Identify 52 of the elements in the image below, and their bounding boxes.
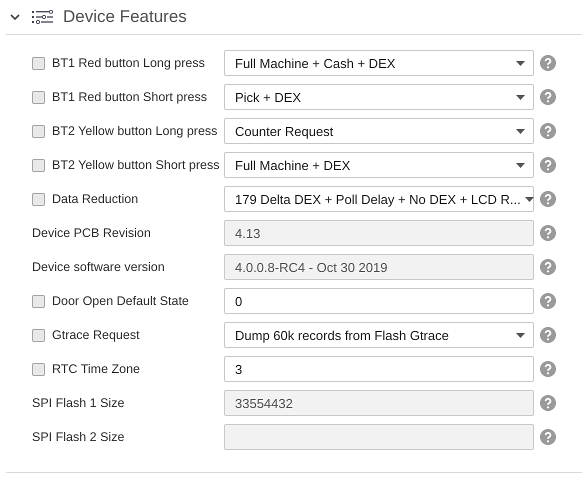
field-label: SPI Flash 1 Size [32, 396, 124, 410]
field-label: BT2 Yellow button Short press [52, 158, 220, 172]
caret-icon [516, 94, 525, 100]
dropdown[interactable]: Dump 60k records from Flash Gtrace [224, 322, 534, 348]
field-label: Device software version [32, 260, 165, 274]
help-icon[interactable] [540, 157, 556, 173]
input-field: 33554432 [224, 390, 534, 416]
field-label: Gtrace Request [52, 328, 140, 342]
input-field[interactable]: 0 [224, 288, 534, 314]
field-label: Data Reduction [52, 192, 138, 206]
help-icon[interactable] [540, 327, 556, 343]
help-icon[interactable] [540, 89, 556, 105]
checkbox[interactable] [32, 90, 45, 104]
field-label: BT1 Red button Short press [52, 90, 207, 104]
input-field[interactable]: 3 [224, 356, 534, 382]
field-label: Door Open Default State [52, 294, 189, 308]
help-icon[interactable] [540, 225, 556, 241]
field-label: BT1 Red button Long press [52, 56, 205, 70]
checkbox[interactable] [32, 362, 45, 376]
caret-icon [516, 162, 525, 168]
checkbox[interactable] [32, 294, 45, 308]
help-icon[interactable] [540, 55, 556, 71]
dropdown[interactable]: Counter Request [224, 118, 534, 144]
field-label: RTC Time Zone [52, 362, 140, 376]
chevron-down-icon[interactable] [10, 14, 20, 20]
checkbox[interactable] [32, 328, 45, 342]
field-label: Device PCB Revision [32, 226, 151, 240]
help-icon[interactable] [540, 395, 556, 411]
checkbox[interactable] [32, 56, 45, 70]
caret-icon [516, 128, 525, 134]
sliders-icon [32, 10, 54, 24]
field-label: SPI Flash 2 Size [32, 430, 124, 444]
help-icon[interactable] [540, 191, 556, 207]
input-field: 4.13 [224, 220, 534, 246]
help-icon[interactable] [540, 259, 556, 275]
caret-icon [516, 60, 525, 66]
help-icon[interactable] [540, 293, 556, 309]
help-icon[interactable] [540, 361, 556, 377]
input-field: 4.0.0.8-RC4 - Oct 30 2019 [224, 254, 534, 280]
dropdown[interactable]: Pick + DEX [224, 84, 534, 110]
checkbox[interactable] [32, 192, 45, 206]
checkbox[interactable] [32, 124, 45, 138]
help-icon[interactable] [540, 429, 556, 445]
dropdown[interactable]: Full Machine + DEX [224, 152, 534, 178]
checkbox[interactable] [32, 158, 45, 172]
dropdown[interactable]: 179 Delta DEX + Poll Delay + No DEX + LCD R... [224, 186, 534, 212]
field-label: BT2 Yellow button Long press [52, 124, 218, 138]
dropdown[interactable]: Full Machine + Cash + DEX [224, 50, 534, 76]
section-title: Device Features [63, 7, 187, 27]
caret-icon [524, 196, 534, 202]
help-icon[interactable] [540, 123, 556, 139]
caret-icon [516, 332, 525, 338]
